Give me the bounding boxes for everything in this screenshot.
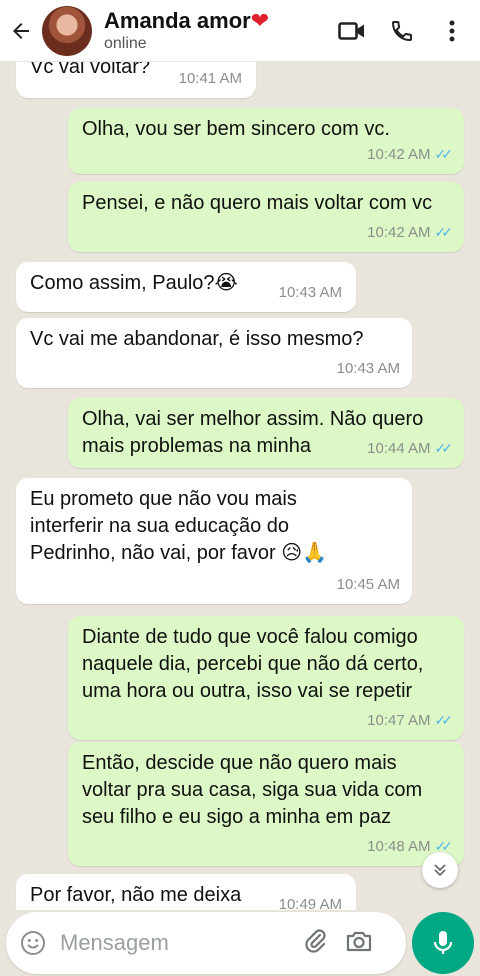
message-input[interactable]	[60, 923, 300, 963]
message-text: Eu prometo que não vou mais interferir n…	[30, 488, 328, 564]
microphone-icon	[433, 931, 453, 954]
video-call-button[interactable]	[338, 17, 366, 45]
message-incoming[interactable]: Como assim, Paulo?😭 10:43 AM	[16, 262, 356, 312]
message-time: 10:48 AM	[367, 838, 431, 855]
message-outgoing[interactable]: Diante de tudo que você falou comigo naq…	[68, 616, 464, 740]
message-text: Pensei, e não quero mais voltar com vc	[82, 192, 433, 214]
message-text: Diante de tudo que você falou comigo naq…	[82, 626, 424, 702]
message-incoming[interactable]: Vc vai voltar? 10:41 AM	[16, 62, 256, 98]
paperclip-icon	[305, 928, 326, 953]
presence-status: online	[104, 34, 147, 52]
message-incoming[interactable]: Vc vai me abandonar, é isso mesmo? 10:43…	[16, 318, 412, 388]
voice-record-button[interactable]	[412, 912, 474, 974]
message-text: Então, descide que não quero mais voltar…	[82, 752, 423, 828]
message-list[interactable]: Vc vai voltar? 10:41 AM Olha, vou ser be…	[0, 62, 480, 910]
message-text: Vc vai voltar?	[30, 62, 151, 78]
message-time: 10:47 AM	[367, 712, 431, 729]
message-composer	[6, 912, 406, 974]
message-text: Vc vai me abandonar, é isso mesmo?	[30, 328, 364, 350]
message-text: Como assim, Paulo?😭	[30, 272, 238, 294]
message-time: 10:41 AM	[178, 70, 242, 87]
message-text: Por favor, não me deixa	[30, 884, 242, 906]
message-time: 10:45 AM	[336, 576, 400, 593]
message-incoming[interactable]: Por favor, não me deixa 10:49 AM	[16, 874, 356, 910]
emoji-button[interactable]	[6, 912, 60, 974]
message-time: 10:42 AM	[367, 224, 431, 241]
contact-name-text: Amanda amor	[104, 7, 251, 33]
more-vert-icon	[449, 20, 455, 42]
menu-button[interactable]	[438, 17, 466, 45]
read-receipt-icon: ✓✓	[434, 146, 454, 162]
voice-call-button[interactable]	[388, 17, 416, 45]
heart-icon: ❤	[250, 7, 270, 33]
scroll-to-bottom-button[interactable]	[422, 852, 458, 888]
video-camera-icon	[338, 22, 364, 40]
phone-icon	[391, 21, 412, 42]
camera-button[interactable]	[346, 929, 372, 958]
message-outgoing[interactable]: Olha, vai ser melhor assim. Não quero ma…	[68, 398, 464, 468]
smiley-icon	[21, 931, 45, 955]
message-incoming[interactable]: Eu prometo que não vou mais interferir n…	[16, 478, 412, 604]
avatar[interactable]	[42, 5, 92, 56]
contact-info[interactable]: Amanda amor❤ online	[104, 8, 269, 54]
double-chevron-down-icon	[434, 864, 446, 877]
message-outgoing[interactable]: Então, descide que não quero mais voltar…	[68, 742, 464, 866]
message-text: Olha, vou ser bem sincero com vc.	[82, 118, 390, 140]
message-time: 10:44 AM	[367, 440, 431, 457]
arrow-left-icon	[13, 22, 29, 39]
contact-name: Amanda amor❤	[104, 8, 269, 34]
message-time: 10:43 AM	[336, 360, 400, 377]
message-time: 10:49 AM	[278, 896, 342, 910]
message-outgoing[interactable]: Pensei, e não quero mais voltar com vc 1…	[68, 182, 464, 252]
attach-button[interactable]	[304, 928, 328, 959]
message-time: 10:43 AM	[278, 284, 342, 301]
read-receipt-icon: ✓✓	[434, 440, 454, 456]
message-time: 10:42 AM	[367, 146, 431, 163]
back-button[interactable]	[0, 0, 42, 62]
message-outgoing[interactable]: Olha, vou ser bem sincero com vc. 10:42 …	[68, 108, 464, 174]
chat-header: Amanda amor❤ online	[0, 0, 480, 62]
read-receipt-icon: ✓✓	[434, 224, 454, 240]
camera-icon	[346, 931, 372, 951]
read-receipt-icon: ✓✓	[434, 712, 454, 728]
